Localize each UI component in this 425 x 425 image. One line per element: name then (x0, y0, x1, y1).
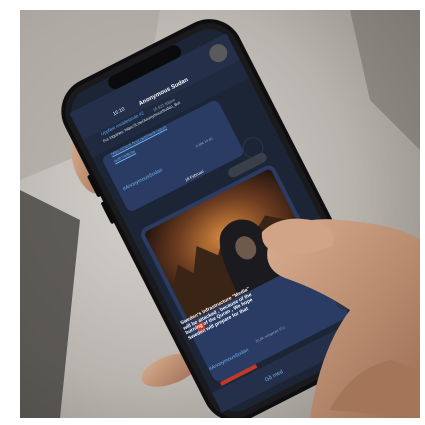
smartphone-photo: 16:10 Anonymous Sudan 15 821 följare Upp… (20, 10, 420, 418)
